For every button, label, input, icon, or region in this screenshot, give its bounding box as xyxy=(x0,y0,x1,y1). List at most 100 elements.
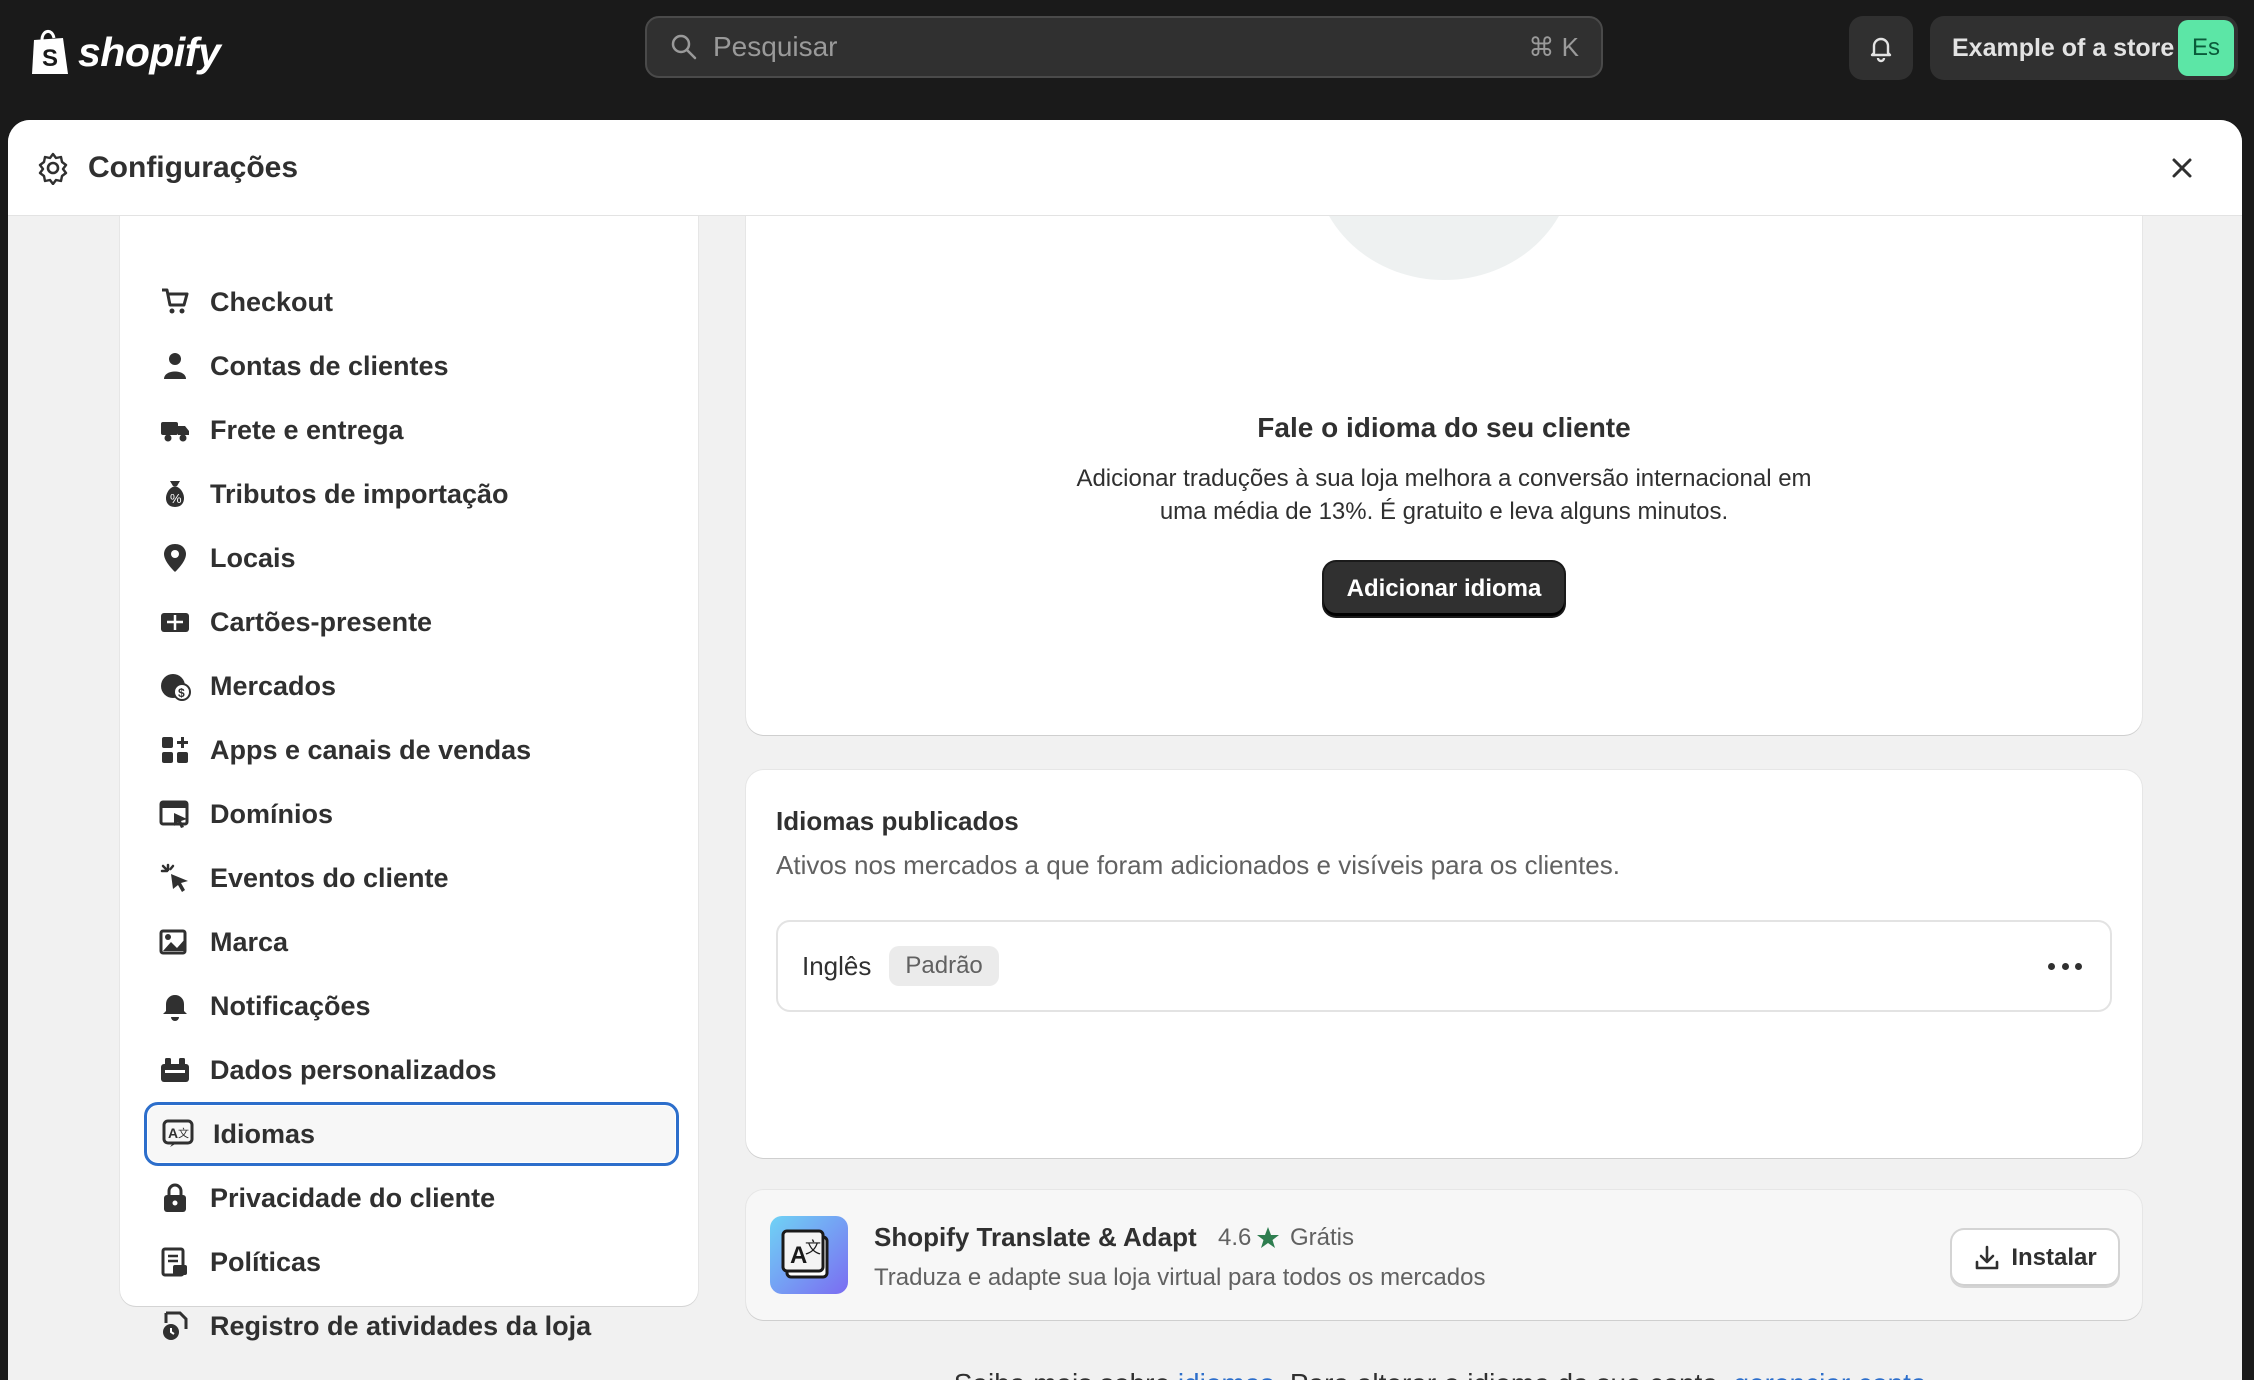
sidebar-item-dados-personalizados[interactable]: Dados personalizados xyxy=(144,1038,679,1102)
location-pin-icon xyxy=(158,541,192,575)
domain-icon xyxy=(158,797,192,831)
footer-suffix: . xyxy=(1926,1368,1934,1380)
download-icon xyxy=(1976,1245,1999,1270)
sidebar-item-apps-e-canais-de-vendas[interactable]: Apps e canais de vendas xyxy=(144,718,679,782)
sidebar-item-dominios[interactable]: Domínios xyxy=(144,782,679,846)
sidebar-item-registro-de-atividades-da-loja[interactable]: Registro de atividades da loja xyxy=(144,1294,679,1358)
sidebar-item-idiomas[interactable]: A 文 Idiomas xyxy=(144,1102,679,1166)
activity-log-icon xyxy=(158,1309,192,1343)
sidebar-item-privacidade-do-cliente[interactable]: Privacidade do cliente xyxy=(144,1166,679,1230)
truck-icon xyxy=(158,413,192,447)
published-heading: Idiomas publicados xyxy=(776,806,1019,836)
sidebar-item-tributos-de-importacao[interactable]: % Tributos de importação xyxy=(144,462,679,526)
shopify-logo[interactable]: S shopify xyxy=(30,22,221,82)
search-shortcut: ⌘ K xyxy=(1528,31,1579,62)
sidebar-item-label: Eventos do cliente xyxy=(210,862,449,893)
custom-data-icon xyxy=(158,1053,192,1087)
sidebar-item-label: Checkout xyxy=(210,286,334,317)
sidebar-item-eventos-do-cliente[interactable]: Eventos do cliente xyxy=(144,846,679,910)
more-actions-button[interactable] xyxy=(2048,952,2082,980)
lock-icon xyxy=(158,1181,192,1215)
hero-text-line2: uma média de 13%. É gratuito e leva algu… xyxy=(1159,498,1729,525)
search-placeholder: Pesquisar xyxy=(713,31,838,62)
rating-value: 4.6 xyxy=(1218,1224,1252,1251)
shopify-bag-icon: S xyxy=(32,30,68,74)
hero-text-line1: Adicionar traduções à sua loja melhora a… xyxy=(1076,465,1812,492)
store-name: Example of a store xyxy=(1952,33,2175,62)
app-description: Traduza e adapte sua loja virtual para t… xyxy=(874,1264,1486,1291)
install-button[interactable]: Instalar xyxy=(1952,1230,2118,1286)
manage-account-link[interactable]: gerenciar conta xyxy=(1733,1368,1926,1380)
cart-icon xyxy=(158,285,192,319)
sidebar-item-mercados[interactable]: $ Mercados xyxy=(144,654,679,718)
modal-header: Configurações xyxy=(8,120,2242,216)
add-language-button[interactable]: Adicionar idioma xyxy=(1324,562,1564,616)
settings-modal: Configurações Checkout Contas de clientes… xyxy=(8,120,2242,1380)
sidebar-item-marca[interactable]: Marca xyxy=(144,910,679,974)
page-title: Configurações xyxy=(88,150,299,184)
sidebar-item-label: Locais xyxy=(210,542,296,573)
globe-dollar-icon: $ xyxy=(158,669,192,703)
person-icon xyxy=(158,349,192,383)
sidebar-item-label: Dados personalizados xyxy=(210,1054,497,1085)
sidebar-item-label: Marca xyxy=(210,926,289,957)
svg-text:$: $ xyxy=(178,686,185,700)
sidebar-item-contas-de-clientes[interactable]: Contas de clientes xyxy=(144,334,679,398)
settings-nav: Checkout Contas de clientes Frete e entreg… xyxy=(144,270,679,1358)
svg-text:S: S xyxy=(42,45,58,72)
close-button[interactable] xyxy=(2166,152,2198,184)
sidebar-item-label: Registro de atividades da loja xyxy=(210,1310,592,1341)
sidebar-item-label: Notificações xyxy=(210,990,371,1021)
cursor-click-icon xyxy=(158,861,192,895)
star-icon xyxy=(1257,1227,1280,1248)
published-subtitle: Ativos nos mercados a que foram adiciona… xyxy=(776,850,1620,880)
app-name[interactable]: Shopify Translate & Adapt xyxy=(874,1222,1197,1253)
logo-text: shopify xyxy=(78,28,221,75)
languages-help-link[interactable]: idiomas xyxy=(1178,1368,1274,1380)
language-row: Inglês Padrão xyxy=(776,920,2112,1012)
search-icon xyxy=(671,34,697,60)
sidebar-item-label: Contas de clientes xyxy=(210,350,449,381)
sidebar-item-locais[interactable]: Locais xyxy=(144,526,679,590)
translate-icon: A文 xyxy=(161,1117,195,1151)
sidebar-item-label: Políticas xyxy=(210,1246,322,1277)
policy-icon xyxy=(158,1245,192,1279)
dot-icon xyxy=(2061,962,2069,970)
hero-heading: Fale o idioma do seu cliente xyxy=(1257,412,1631,443)
search-input[interactable]: Pesquisar ⌘ K xyxy=(645,16,1603,78)
svg-text:文: 文 xyxy=(805,1238,821,1257)
dot-icon xyxy=(2075,962,2082,970)
sidebar-item-frete-e-entrega[interactable]: Frete e entrega xyxy=(144,398,679,462)
hero-text: Adicionar traduções à sua loja melhora a… xyxy=(1036,462,1852,528)
apps-icon xyxy=(158,733,192,767)
sidebar-item-checkout[interactable]: Checkout xyxy=(144,270,679,334)
default-badge: Padrão xyxy=(889,946,999,986)
sidebar-item-cartoes-presente[interactable]: Cartões-presente xyxy=(144,590,679,654)
close-icon xyxy=(2172,158,2192,178)
sidebar-item-label: Frete e entrega xyxy=(210,414,404,445)
translate-app-icon: A 文 xyxy=(770,1216,848,1294)
languages-empty-state-card: Fale o idioma do seu cliente Adicionar t… xyxy=(746,120,2142,735)
sidebar-item-label: Mercados xyxy=(210,670,337,701)
sidebar-item-politicas[interactable]: Políticas xyxy=(144,1230,679,1294)
app-rating: 4.6 xyxy=(1218,1224,1281,1252)
footer-middle: . Para alterar o idioma da sua conta, xyxy=(1274,1368,1733,1380)
sidebar-item-notificacoes[interactable]: Notificações xyxy=(144,974,679,1038)
notifications-button[interactable] xyxy=(1849,16,1913,80)
gear-icon xyxy=(38,152,68,185)
dot-icon xyxy=(2048,962,2055,970)
settings-sidebar: Checkout Contas de clientes Frete e entreg… xyxy=(120,180,698,1341)
app-recommendation-card[interactable]: A 文 Shopify Translate & Adapt 4.6 Grátis… xyxy=(746,1190,2142,1320)
sidebar-item-label: Idiomas xyxy=(213,1118,316,1149)
language-name: Inglês xyxy=(802,950,872,981)
svg-text:A: A xyxy=(168,1125,178,1141)
sidebar-item-label: Apps e canais de vendas xyxy=(210,734,532,765)
store-switcher[interactable]: Example of a store Es xyxy=(1930,16,2238,80)
money-bag-icon: % xyxy=(158,477,192,511)
brand-image-icon xyxy=(158,925,192,959)
avatar: Es xyxy=(2178,20,2234,76)
sidebar-item-label: Domínios xyxy=(210,798,334,829)
svg-text:文: 文 xyxy=(178,1126,189,1140)
footer-help-text: Saiba mais sobre idiomas. Para alterar o… xyxy=(746,1368,2142,1380)
published-languages-card: Idiomas publicados Ativos nos mercados a… xyxy=(746,770,2142,1158)
